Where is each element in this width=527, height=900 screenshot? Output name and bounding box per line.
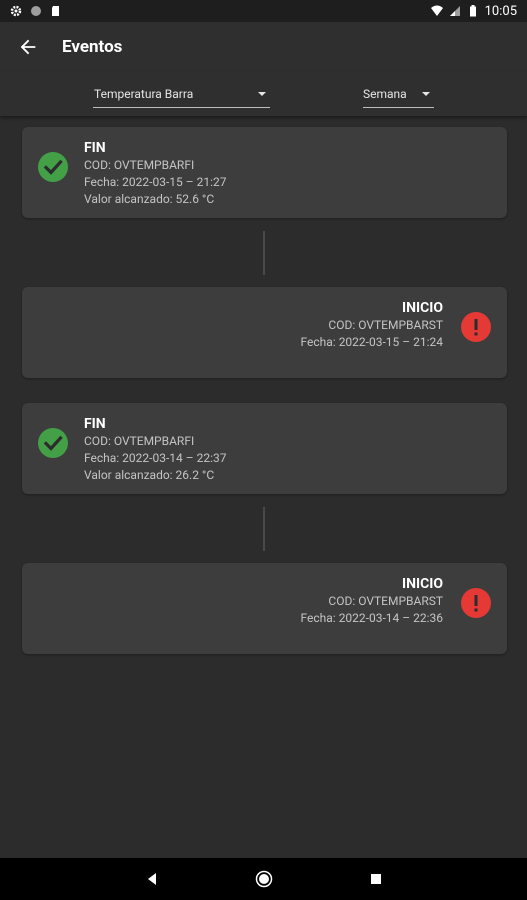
event-card[interactable]: FIN COD: OVTEMPBARFI Fecha: 2022-03-14 –… [22,403,507,494]
event-date: Fecha: 2022-03-14 – 22:37 [84,451,227,465]
gear-icon [10,5,22,17]
event-value: Valor alcanzado: 26.2 °C [84,468,215,482]
triangle-back-icon [147,873,156,885]
exclamation-circle-icon [461,312,491,342]
event-code: COD: OVTEMPBARFI [84,434,195,448]
status-bar: 10:05 [0,0,527,22]
nav-recents-button[interactable] [365,868,387,890]
exclamation-circle-icon [461,588,491,618]
battery-icon [469,5,476,17]
system-nav-bar [0,858,527,900]
check-circle-icon [38,152,68,182]
wifi-icon [430,5,443,16]
event-date: Fecha: 2022-03-15 – 21:24 [300,335,443,349]
sensor-dropdown-value: Temperatura Barra [94,86,194,101]
event-code: COD: OVTEMPBARST [328,318,443,332]
event-title: INICIO [402,300,443,316]
dropdown-arrow-icon [422,91,430,96]
status-time: 10:05 [484,3,517,19]
check-circle-icon [38,428,68,458]
arrow-back-icon [20,39,36,55]
nav-home-button[interactable] [253,868,275,890]
timeline-connector [263,507,265,551]
sensor-dropdown[interactable]: Temperatura Barra [93,80,270,108]
square-recents-icon [370,874,381,884]
back-button[interactable] [12,31,44,63]
event-card[interactable]: FIN COD: OVTEMPBARFI Fecha: 2022-03-15 –… [22,127,507,218]
nav-back-button[interactable] [141,868,163,890]
event-title: INICIO [402,576,443,592]
event-title: FIN [84,140,106,156]
event-card[interactable]: INICIO COD: OVTEMPBARST Fecha: 2022-03-1… [22,287,507,378]
app-bar: Eventos [0,22,527,72]
page-title: Eventos [62,37,123,57]
period-dropdown[interactable]: Semana [363,80,434,108]
event-date: Fecha: 2022-03-15 – 21:27 [84,175,227,189]
event-value: Valor alcanzado: 52.6 °C [84,192,215,206]
event-code: COD: OVTEMPBARFI [84,158,195,172]
period-dropdown-value: Semana [363,86,407,101]
signal-icon [449,6,460,16]
event-title: FIN [84,416,106,432]
home-circle-icon [255,870,272,888]
timeline-connector [263,231,265,275]
event-date: Fecha: 2022-03-14 – 22:36 [300,611,443,625]
event-card[interactable]: INICIO COD: OVTEMPBARST Fecha: 2022-03-1… [22,563,507,654]
circle-icon [31,6,41,16]
sd-card-icon [52,6,59,16]
event-code: COD: OVTEMPBARST [328,594,443,608]
filter-bar: Temperatura Barra Semana [0,72,527,116]
dropdown-arrow-icon [258,91,266,96]
